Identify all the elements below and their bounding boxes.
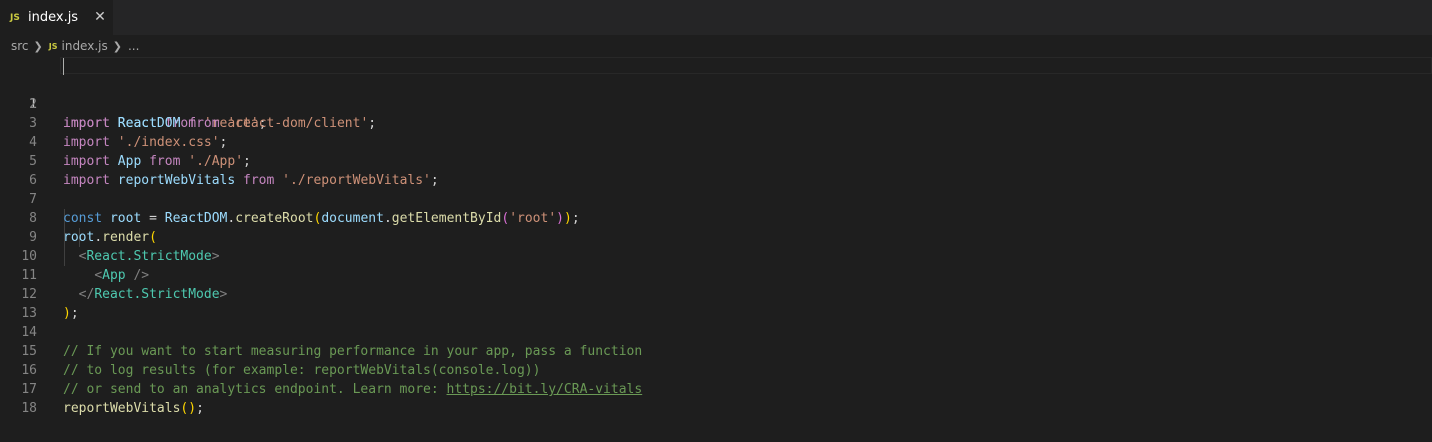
code-editor[interactable]: 1 import React from 'react'; 2 import Re… (0, 57, 1432, 442)
line-content: reportWebVitals(); (63, 401, 204, 416)
code-line: 16 // or send to an analytics endpoint. … (0, 342, 1432, 397)
line-number: 18 (21, 401, 37, 416)
current-line-highlight (60, 57, 1432, 74)
code-line: 6 (0, 152, 1432, 188)
code-line: 4 import App from './App'; (0, 114, 1432, 169)
code-line: 14 // If you want to start measuring per… (0, 304, 1432, 359)
code-line: 9 <React.StrictMode> (0, 209, 1432, 264)
code-line: 5 import reportWebVitals from './reportW… (0, 133, 1432, 188)
tab-bar: JS index.js ✕ (0, 0, 1432, 35)
javascript-file-icon: JS (10, 12, 20, 23)
code-line: 15 // to log results (for example: repor… (0, 323, 1432, 378)
breadcrumb-file[interactable]: index.js (62, 39, 108, 53)
code-line: 2 import ReactDOM from 'react-dom/client… (0, 76, 1432, 131)
code-line: 8 root.render( (0, 190, 1432, 245)
code-line: 13 (0, 285, 1432, 321)
chevron-right-icon: ❯ (33, 39, 43, 53)
code-line: 1 import React from 'react'; (0, 57, 1432, 131)
close-icon[interactable]: ✕ (92, 9, 108, 25)
breadcrumb-symbols[interactable]: ... (128, 39, 139, 53)
breadcrumb: src ❯ JS index.js ❯ ... (0, 35, 1432, 57)
code-line: 12 ); (0, 266, 1432, 321)
code-line: 7 const root = ReactDOM.createRoot(docum… (0, 171, 1432, 226)
code-line: 17 reportWebVitals(); (0, 361, 1432, 416)
code-line: 11 </React.StrictMode> (0, 247, 1432, 302)
tab-index-js[interactable]: JS index.js ✕ (0, 0, 113, 35)
code-line: 18 (0, 380, 1432, 416)
chevron-right-icon: ❯ (112, 39, 122, 53)
breadcrumb-folder[interactable]: src (11, 39, 29, 53)
tab-title: index.js (28, 10, 79, 25)
code-line: 10 <App /> (0, 228, 1432, 283)
javascript-file-icon: JS (48, 41, 58, 51)
text-cursor (63, 58, 64, 75)
code-line: 3 import './index.css'; (0, 95, 1432, 150)
